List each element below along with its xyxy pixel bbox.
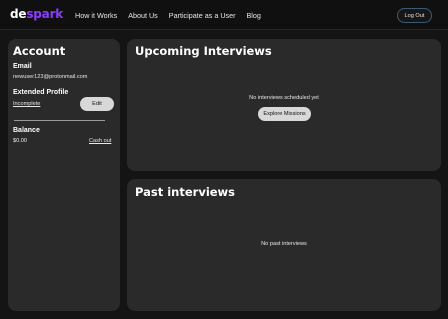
nav-link-about-us[interactable]: About Us bbox=[128, 11, 158, 20]
extended-profile-status-link[interactable]: Incomplete bbox=[13, 101, 40, 107]
upcoming-interviews-card: Upcoming Interviews No interviews schedu… bbox=[127, 39, 441, 171]
top-navbar: despark How it Works About Us Participat… bbox=[0, 0, 448, 30]
email-value: newuser123@protonmail.com bbox=[13, 74, 88, 80]
logo-text-part2: spark bbox=[26, 7, 64, 21]
explore-missions-button[interactable]: Explore Missions bbox=[258, 107, 311, 121]
edit-profile-button[interactable]: Edit bbox=[80, 97, 114, 111]
account-card: Account Email newuser123@protonmail.com … bbox=[8, 39, 120, 311]
nav-links: How it Works About Us Participate as a U… bbox=[75, 11, 261, 20]
logo[interactable]: despark bbox=[10, 7, 63, 21]
logout-button[interactable]: Log Out bbox=[397, 8, 432, 23]
nav-link-how-it-works[interactable]: How it Works bbox=[75, 11, 117, 20]
logo-text-part1: de bbox=[10, 7, 27, 21]
upcoming-interviews-title: Upcoming Interviews bbox=[135, 44, 272, 58]
nav-link-participate[interactable]: Participate as a User bbox=[169, 11, 236, 20]
divider bbox=[14, 120, 105, 121]
cash-out-link[interactable]: Cash out bbox=[89, 138, 111, 144]
extended-profile-label: Extended Profile bbox=[13, 89, 69, 96]
past-interviews-title: Past interviews bbox=[135, 185, 236, 199]
past-interviews-card: Past interviews No past interviews bbox=[127, 179, 441, 311]
past-empty-text: No past interviews bbox=[261, 241, 307, 247]
upcoming-empty-text: No interviews scheduled yet bbox=[249, 95, 319, 101]
balance-label: Balance bbox=[13, 127, 40, 134]
account-title: Account bbox=[13, 44, 66, 58]
balance-value: $0.00 bbox=[13, 138, 27, 144]
email-label: Email bbox=[13, 63, 32, 70]
nav-link-blog[interactable]: Blog bbox=[247, 11, 261, 20]
